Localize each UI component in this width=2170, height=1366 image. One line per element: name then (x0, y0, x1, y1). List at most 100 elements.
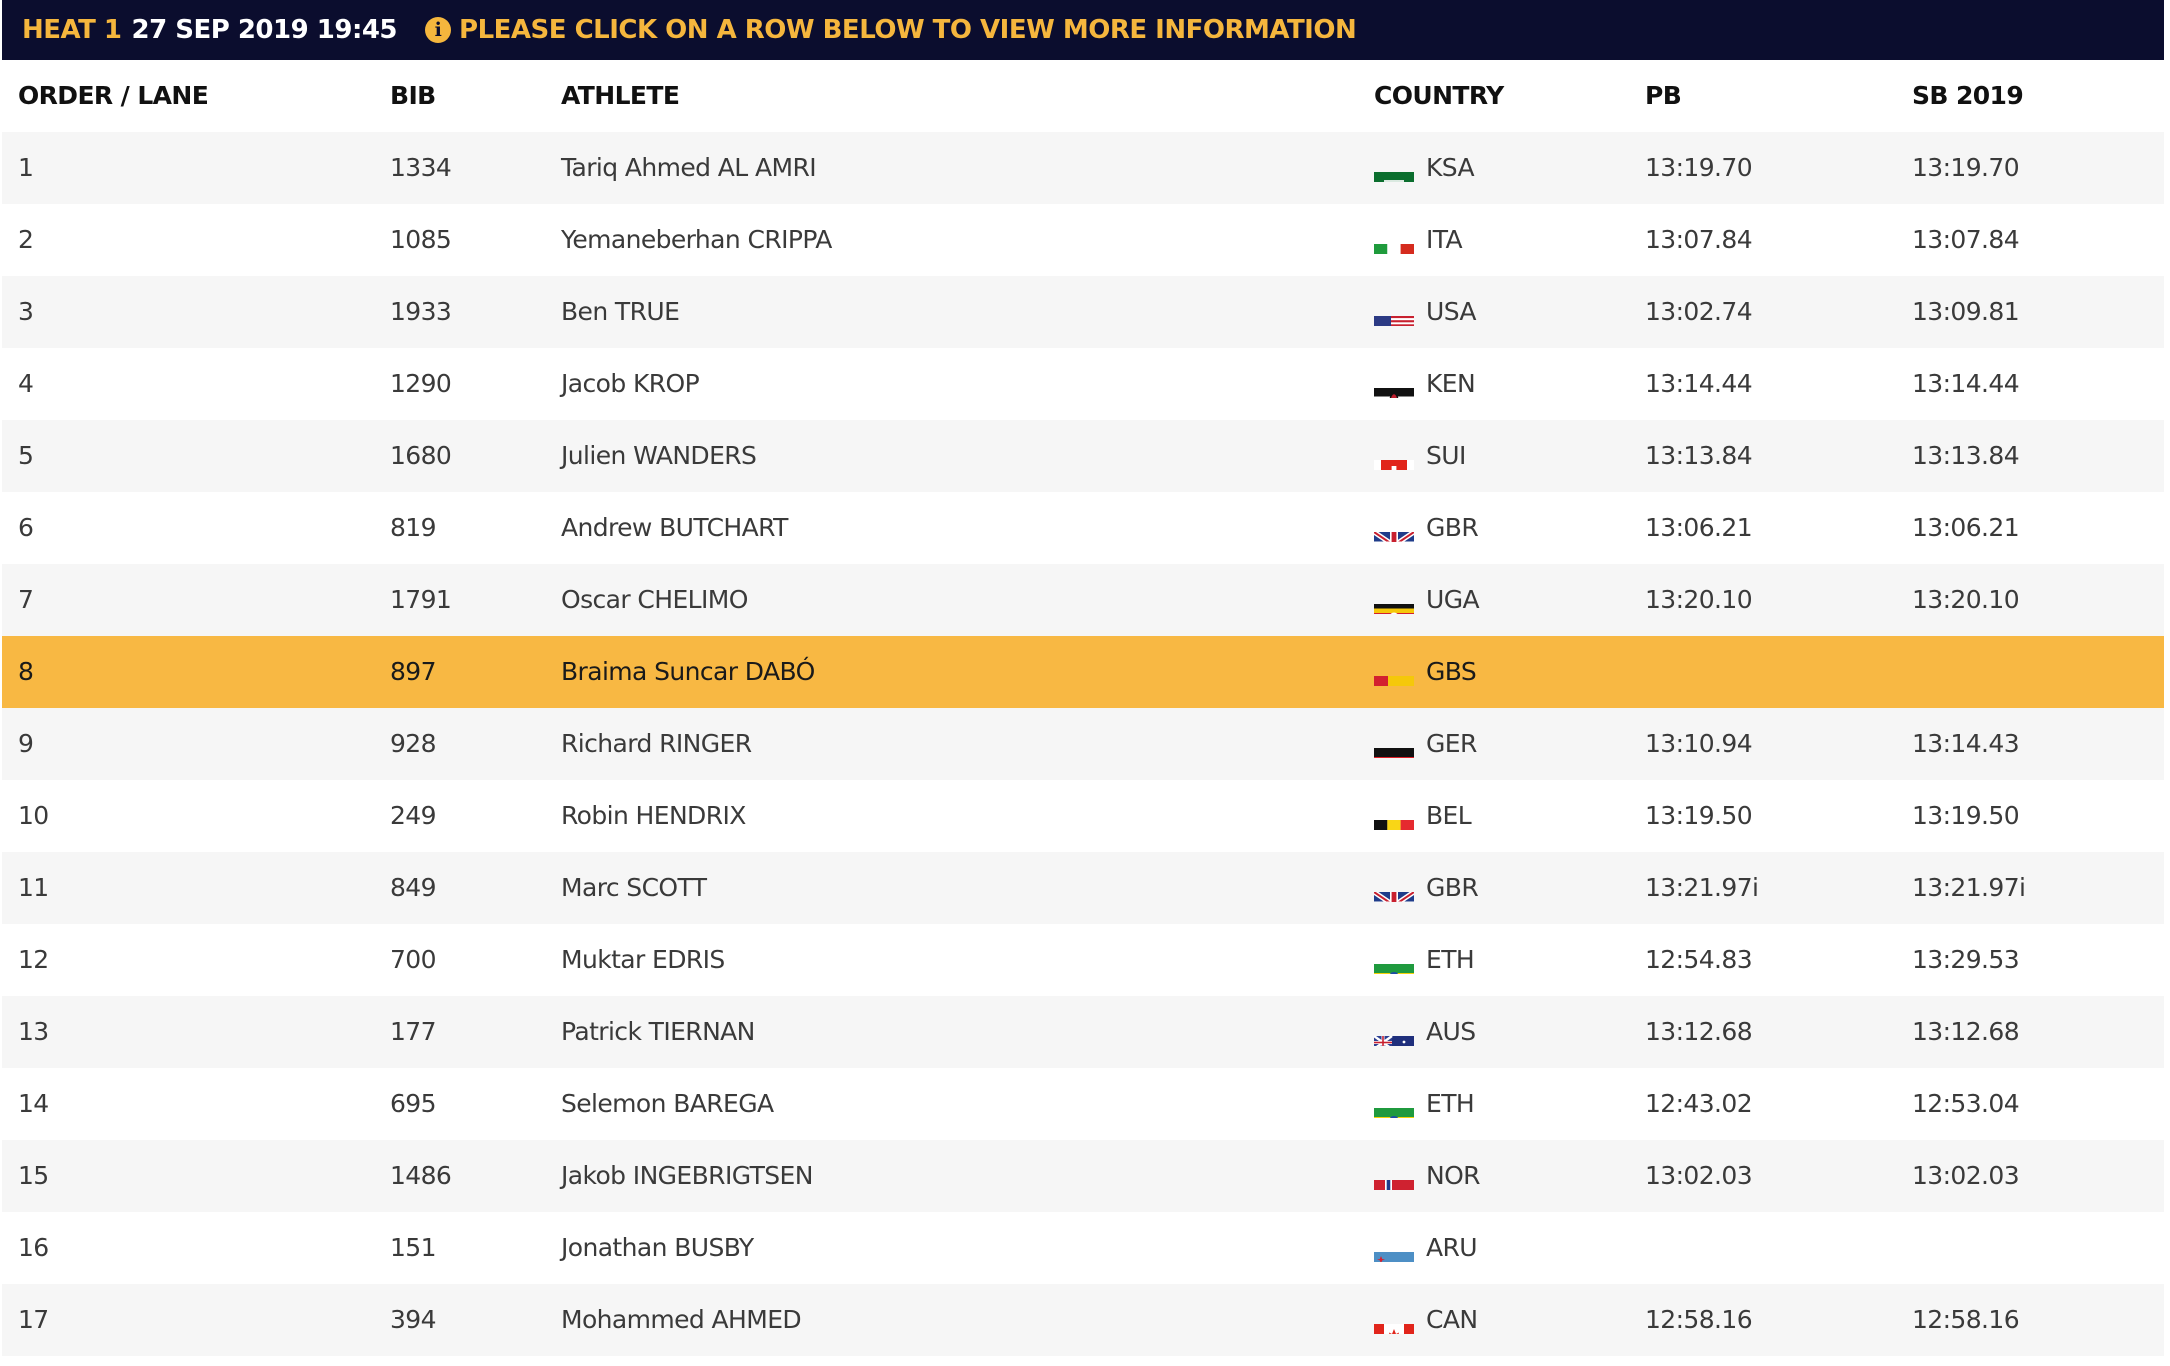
country-code: GBR (1426, 873, 1479, 902)
table-row-11[interactable]: 11 849 Marc SCOTT GBR 13:21.97i 13:21.97… (2, 852, 2164, 924)
bib-cell: 177 (390, 1017, 437, 1046)
order-lane-cell: 13 (18, 1017, 49, 1046)
athlete-name-cell: Jakob INGEBRIGTSEN (561, 1161, 813, 1190)
country-code: ETH (1426, 945, 1475, 974)
flag-ken-icon (1374, 371, 1414, 398)
sb-cell: 13:07.84 (1912, 225, 2020, 254)
order-lane-cell: 9 (18, 729, 34, 758)
country-cell: ETH (1374, 924, 1475, 996)
sb-cell: 13:13.84 (1912, 441, 2020, 470)
sb-cell: 13:12.68 (1912, 1017, 2020, 1046)
flag-bel-icon (1374, 803, 1414, 830)
flag-gbr-icon (1374, 875, 1414, 902)
flag-usa-icon (1374, 299, 1414, 326)
table-row-6[interactable]: 6 819 Andrew BUTCHART GBR 13:06.21 13:06… (2, 492, 2164, 564)
country-cell: BEL (1374, 780, 1472, 852)
bib-cell: 1290 (390, 369, 452, 398)
order-lane-cell: 3 (18, 297, 34, 326)
sb-cell: 13:14.44 (1912, 369, 2020, 398)
table-row-17[interactable]: 17 394 Mohammed AHMED CAN 12:58.16 12:58… (2, 1284, 2164, 1356)
athlete-name-cell: Tariq Ahmed AL AMRI (561, 153, 817, 182)
pb-cell: 13:12.68 (1645, 1017, 1753, 1046)
table-row-1[interactable]: 1 1334 Tariq Ahmed AL AMRI KSA 13:19.70 … (2, 132, 2164, 204)
table-row-10[interactable]: 10 249 Robin HENDRIX BEL 13:19.50 13:19.… (2, 780, 2164, 852)
country-code: KEN (1426, 369, 1476, 398)
order-lane-cell: 8 (18, 657, 34, 686)
bib-cell: 1933 (390, 297, 452, 326)
athlete-name-cell: Robin HENDRIX (561, 801, 746, 830)
flag-aru-icon (1374, 1235, 1414, 1262)
header-country: COUNTRY (1374, 81, 1504, 110)
athlete-name-cell: Marc SCOTT (561, 873, 707, 902)
bib-cell: 1791 (390, 585, 452, 614)
country-cell: GER (1374, 708, 1477, 780)
country-cell: NOR (1374, 1140, 1481, 1212)
bib-cell: 249 (390, 801, 437, 830)
flag-ksa-icon (1374, 155, 1414, 182)
country-code: ITA (1426, 225, 1463, 254)
athlete-name-cell: Richard RINGER (561, 729, 752, 758)
startlist-panel: HEAT 1 27 SEP 2019 19:45 i PLEASE CLICK … (2, 0, 2164, 1366)
sb-cell: 13:09.81 (1912, 297, 2020, 326)
table-row-16[interactable]: 16 151 Jonathan BUSBY ARU (2, 1212, 2164, 1284)
pb-cell: 13:10.94 (1645, 729, 1753, 758)
header-pb: PB (1645, 81, 1682, 110)
pb-cell: 12:58.16 (1645, 1305, 1753, 1334)
table-row-7[interactable]: 7 1791 Oscar CHELIMO UGA 13:20.10 13:20.… (2, 564, 2164, 636)
country-cell: KSA (1374, 132, 1475, 204)
table-row-5[interactable]: 5 1680 Julien WANDERS SUI 13:13.84 13:13… (2, 420, 2164, 492)
table-row-13[interactable]: 13 177 Patrick TIERNAN AUS 13:12.68 13:1… (2, 996, 2164, 1068)
sb-cell: 13:20.10 (1912, 585, 2020, 614)
order-lane-cell: 10 (18, 801, 49, 830)
table-row-3[interactable]: 3 1933 Ben TRUE USA 13:02.74 13:09.81 (2, 276, 2164, 348)
table-row-4[interactable]: 4 1290 Jacob KROP KEN 13:14.44 13:14.44 (2, 348, 2164, 420)
athlete-name-cell: Oscar CHELIMO (561, 585, 748, 614)
bib-cell: 849 (390, 873, 437, 902)
country-cell: ARU (1374, 1212, 1478, 1284)
sb-cell: 13:29.53 (1912, 945, 2020, 974)
country-code: GBR (1426, 513, 1479, 542)
pb-cell: 12:43.02 (1645, 1089, 1753, 1118)
header-bib: BIB (390, 81, 436, 110)
bib-cell: 1085 (390, 225, 452, 254)
athlete-name-cell: Mohammed AHMED (561, 1305, 802, 1334)
flag-uga-icon (1374, 587, 1414, 614)
bib-cell: 700 (390, 945, 437, 974)
table-row-14[interactable]: 14 695 Selemon BAREGA ETH 12:43.02 12:53… (2, 1068, 2164, 1140)
order-lane-cell: 11 (18, 873, 49, 902)
athlete-name-cell: Jacob KROP (561, 369, 700, 398)
athlete-name-cell: Julien WANDERS (561, 441, 757, 470)
bib-cell: 928 (390, 729, 437, 758)
flag-ita-icon (1374, 227, 1414, 254)
bib-cell: 695 (390, 1089, 437, 1118)
sb-cell: 13:06.21 (1912, 513, 2020, 542)
header-order-lane: ORDER / LANE (18, 81, 209, 110)
country-cell: AUS (1374, 996, 1476, 1068)
pb-cell: 13:07.84 (1645, 225, 1753, 254)
country-cell: CAN (1374, 1284, 1478, 1356)
country-code: BEL (1426, 801, 1472, 830)
bib-cell: 897 (390, 657, 437, 686)
table-row-8[interactable]: 8 897 Braima Suncar DABÓ GBS (2, 636, 2164, 708)
table-row-9[interactable]: 9 928 Richard RINGER GER 13:10.94 13:14.… (2, 708, 2164, 780)
pb-cell: 13:19.50 (1645, 801, 1753, 830)
country-cell: UGA (1374, 564, 1480, 636)
country-cell: GBR (1374, 492, 1479, 564)
flag-ger-icon (1374, 731, 1414, 758)
country-cell: GBS (1374, 636, 1477, 708)
country-code: ETH (1426, 1089, 1475, 1118)
country-code: CAN (1426, 1305, 1478, 1334)
order-lane-cell: 17 (18, 1305, 49, 1334)
heat-date-time: 27 SEP 2019 19:45 (131, 15, 398, 45)
pb-cell: 13:14.44 (1645, 369, 1753, 398)
table-row-15[interactable]: 15 1486 Jakob INGEBRIGTSEN NOR 13:02.03 … (2, 1140, 2164, 1212)
table-row-12[interactable]: 12 700 Muktar EDRIS ETH 12:54.83 13:29.5… (2, 924, 2164, 996)
flag-can-icon (1374, 1307, 1414, 1334)
table-row-2[interactable]: 2 1085 Yemaneberhan CRIPPA ITA 13:07.84 … (2, 204, 2164, 276)
bib-cell: 394 (390, 1305, 437, 1334)
athlete-name-cell: Jonathan BUSBY (561, 1233, 754, 1262)
order-lane-cell: 7 (18, 585, 34, 614)
info-message: PLEASE CLICK ON A ROW BELOW TO VIEW MORE… (459, 15, 1357, 45)
pb-cell: 13:19.70 (1645, 153, 1753, 182)
country-cell: GBR (1374, 852, 1479, 924)
